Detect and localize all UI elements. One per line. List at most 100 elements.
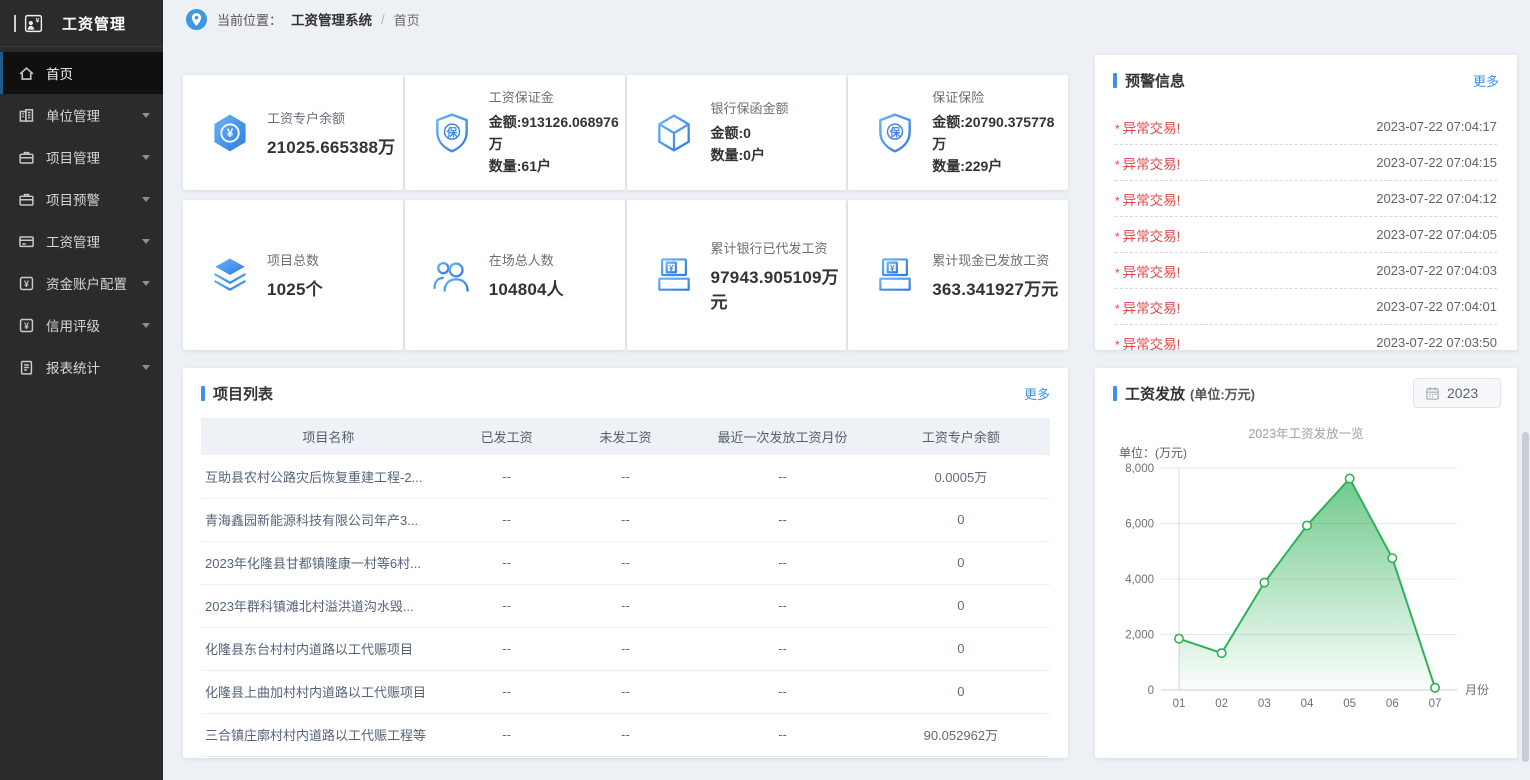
last-pay-month-cell: -- xyxy=(693,498,871,541)
chevron-down-icon xyxy=(142,155,150,164)
sidebar-item-label: 项目预警 xyxy=(46,189,100,209)
svg-text:¥: ¥ xyxy=(24,278,29,288)
year-picker[interactable]: 2023 xyxy=(1413,378,1501,408)
breadcrumb-current: 首页 xyxy=(394,10,420,29)
stat-detail-line: 金额:913126.068976万 xyxy=(489,112,625,155)
project-name-cell[interactable]: 2023年化隆县甘都镇隆康一村等6村... xyxy=(201,541,456,584)
stat-value: 21025.665388万 xyxy=(267,133,395,158)
project-name-cell[interactable]: 化隆县东台村村内道路以工代赈项目 xyxy=(201,627,456,670)
table-row[interactable]: 三合镇庄廓村村内道路以工代赈工程等------90.052962万 xyxy=(201,713,1050,756)
project-table-header-row: 项目名称已发工资未发工资最近一次发放工资月份工资专户余额 xyxy=(201,418,1050,455)
location-pin-icon xyxy=(185,8,208,31)
svg-text:6,000: 6,000 xyxy=(1125,519,1154,531)
sidebar-item-项目预警[interactable]: 项目预警 xyxy=(0,178,163,220)
stat-label: 项目总数 xyxy=(267,250,323,269)
briefcase-icon xyxy=(18,149,35,166)
sidebar-item-信用评级[interactable]: ¥信用评级 xyxy=(0,304,163,346)
stat-value: 97943.905109万元 xyxy=(711,263,847,313)
warning-item[interactable]: *异常交易!2023-07-22 07:04:03 xyxy=(1115,253,1497,289)
svg-text:¥: ¥ xyxy=(24,320,29,330)
scrollbar-thumb[interactable] xyxy=(1522,432,1529,762)
project-name-cell[interactable]: 青海鑫园新能源科技有限公司年产3... xyxy=(201,498,456,541)
cash-yuan-icon: ¥ xyxy=(873,253,917,297)
project-name-cell[interactable]: 三合镇庄廓村村内道路以工代赈工程等 xyxy=(201,713,456,756)
warnings-card: 预警信息 更多 *异常交易!2023-07-22 07:04:17*异常交易!2… xyxy=(1095,55,1517,350)
table-row[interactable]: 青海鑫园新能源科技有限公司年产3...------0 xyxy=(201,498,1050,541)
salary-chart-card: 工资发放 (单位:万元) 2023 2023年工资发放一览单位：(万元)02,0… xyxy=(1095,368,1517,758)
yuan-box-icon: ¥ xyxy=(18,275,35,292)
sidebar-item-工资管理[interactable]: 工资管理 xyxy=(0,220,163,262)
warning-item[interactable]: *异常交易!2023-07-22 07:03:50 xyxy=(1115,325,1497,350)
warnings-header: 预警信息 更多 xyxy=(1095,55,1517,103)
section-accent-bar xyxy=(1113,73,1117,88)
warning-text: *异常交易! xyxy=(1115,117,1180,137)
paid-salary-cell: -- xyxy=(456,541,558,584)
chevron-down-icon xyxy=(142,365,150,374)
stat-card: 银行保函金额金额:0数量:0户 xyxy=(627,75,847,190)
warning-item[interactable]: *异常交易!2023-07-22 07:04:15 xyxy=(1115,145,1497,181)
breadcrumb-root[interactable]: 工资管理系统 xyxy=(291,9,372,29)
svg-text:07: 07 xyxy=(1429,698,1442,710)
shield-bao-icon: 保 xyxy=(873,111,917,155)
vertical-scrollbar[interactable] xyxy=(1521,0,1529,780)
section-accent-bar xyxy=(1113,386,1117,401)
warning-text: *异常交易! xyxy=(1115,297,1180,317)
warning-timestamp: 2023-07-22 07:04:15 xyxy=(1376,155,1497,170)
last-pay-month-cell: -- xyxy=(693,455,871,498)
last-pay-month-cell: -- xyxy=(693,713,871,756)
sidebar: ¥ 工资管理 首页单位管理项目管理项目预警工资管理¥资金账户配置¥信用评级报表统… xyxy=(0,0,163,780)
warning-item[interactable]: *异常交易!2023-07-22 07:04:01 xyxy=(1115,289,1497,325)
paid-salary-cell: -- xyxy=(456,713,558,756)
stat-card: 保保证保险金额:20790.375778万数量:229户 xyxy=(848,75,1068,190)
account-balance-cell: 0 xyxy=(872,584,1050,627)
project-list-title: 项目列表 xyxy=(213,383,273,404)
svg-text:¥: ¥ xyxy=(668,264,673,273)
svg-text:2023年工资发放一览: 2023年工资发放一览 xyxy=(1248,426,1363,441)
stat-card: ¥累计现金已发放工资363.341927万元 xyxy=(848,200,1068,350)
sidebar-item-首页[interactable]: 首页 xyxy=(0,52,163,94)
logo-divider xyxy=(14,15,16,32)
warning-item[interactable]: *异常交易!2023-07-22 07:04:17 xyxy=(1115,109,1497,145)
warnings-more-link[interactable]: 更多 xyxy=(1473,71,1499,90)
warning-timestamp: 2023-07-22 07:03:50 xyxy=(1376,335,1497,350)
stat-label: 累计现金已发放工资 xyxy=(932,250,1058,269)
bank-card-icon xyxy=(18,233,35,250)
table-row[interactable]: 化隆县东台村村内道路以工代赈项目------0 xyxy=(201,627,1050,670)
sidebar-item-资金账户配置[interactable]: ¥资金账户配置 xyxy=(0,262,163,304)
paid-salary-cell: -- xyxy=(456,670,558,713)
table-row[interactable]: 互助县农村公路灾后恢复重建工程-2...------0.0005万 xyxy=(201,455,1050,498)
project-list-more-link[interactable]: 更多 xyxy=(1024,384,1050,403)
table-row[interactable]: 化隆县上曲加村村内道路以工代赈项目------0 xyxy=(201,670,1050,713)
project-name-cell[interactable]: 化隆县上曲加村村内道路以工代赈项目 xyxy=(201,670,456,713)
svg-text:2,000: 2,000 xyxy=(1125,630,1154,642)
sidebar-item-单位管理[interactable]: 单位管理 xyxy=(0,94,163,136)
table-row[interactable]: 2023年群科镇滩北村溢洪道沟水毁...------0 xyxy=(201,584,1050,627)
warning-item[interactable]: *异常交易!2023-07-22 07:04:05 xyxy=(1115,217,1497,253)
account-balance-cell: 0 xyxy=(872,627,1050,670)
project-name-cell[interactable]: 2023年群科镇滩北村溢洪道沟水毁... xyxy=(201,584,456,627)
last-pay-month-cell: -- xyxy=(693,627,871,670)
app-title: 工资管理 xyxy=(62,13,126,34)
warning-item[interactable]: *异常交易!2023-07-22 07:04:12 xyxy=(1115,181,1497,217)
stat-detail-line: 数量:229户 xyxy=(932,156,1068,178)
sidebar-item-项目管理[interactable]: 项目管理 xyxy=(0,136,163,178)
unpaid-salary-cell: -- xyxy=(558,713,694,756)
stat-card: 在场总人数104804人 xyxy=(405,200,625,350)
section-accent-bar xyxy=(201,386,205,401)
paid-salary-cell: -- xyxy=(456,498,558,541)
project-table: 项目名称已发工资未发工资最近一次发放工资月份工资专户余额 互助县农村公路灾后恢复… xyxy=(201,418,1050,757)
last-pay-month-cell: -- xyxy=(693,670,871,713)
unpaid-salary-cell: -- xyxy=(558,670,694,713)
breadcrumb-separator: / xyxy=(381,12,385,27)
sidebar-item-报表统计[interactable]: 报表统计 xyxy=(0,346,163,388)
project-table-body: 互助县农村公路灾后恢复重建工程-2...------0.0005万青海鑫园新能源… xyxy=(201,455,1050,756)
svg-text:保: 保 xyxy=(889,125,901,138)
stat-card: 保工资保证金金额:913126.068976万数量:61户 xyxy=(405,75,625,190)
salary-badge-icon: ¥ xyxy=(23,13,44,34)
hexagon-yuan-icon: ¥ xyxy=(208,111,252,155)
table-row[interactable]: 2023年化隆县甘都镇隆康一村等6村...------0 xyxy=(201,541,1050,584)
paid-salary-cell: -- xyxy=(456,584,558,627)
project-name-cell[interactable]: 互助县农村公路灾后恢复重建工程-2... xyxy=(201,455,456,498)
main-content: 当前位置： 工资管理系统 / 首页 ¥工资专户余额21025.665388万保工… xyxy=(163,0,1530,780)
stats-row-1: ¥工资专户余额21025.665388万保工资保证金金额:913126.0689… xyxy=(183,75,1068,190)
